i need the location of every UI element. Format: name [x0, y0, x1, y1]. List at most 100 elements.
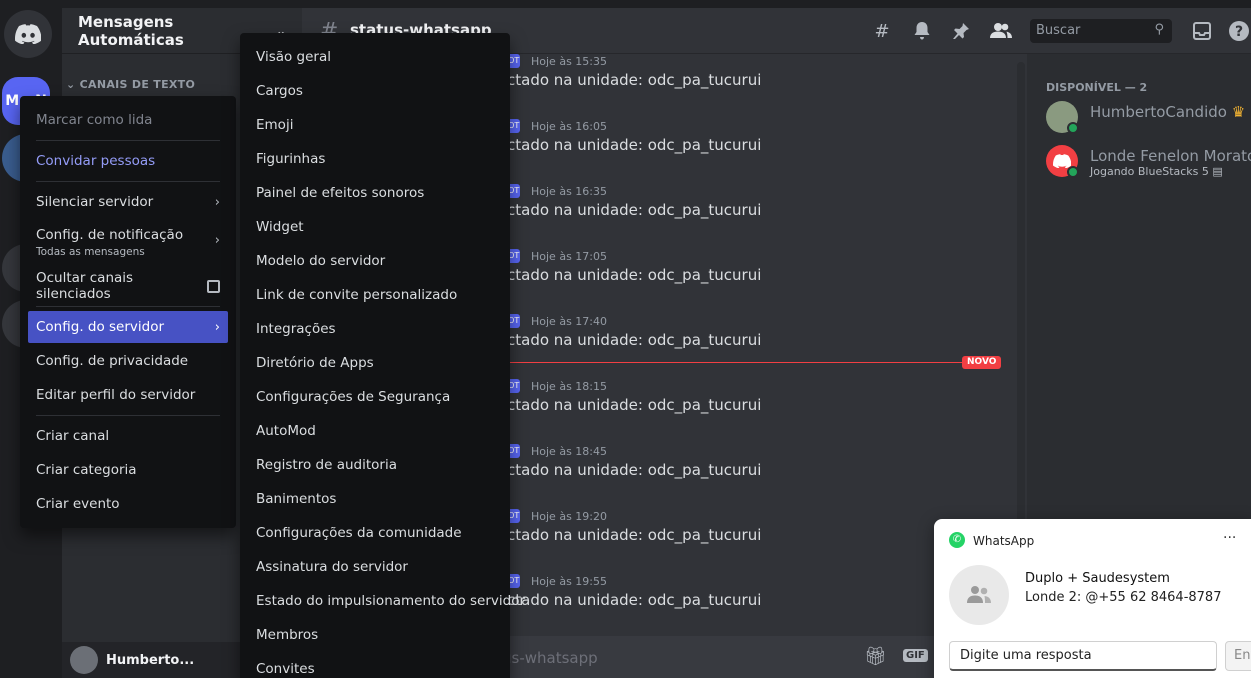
menu-item-label: Criar categoria [36, 462, 137, 478]
search-icon: ⚲ [1154, 22, 1164, 37]
privacy-settings-item[interactable]: Config. de privacidade [28, 345, 228, 377]
message-timestamp: Hoje às 17:05 [531, 250, 607, 263]
server-settings-item[interactable]: Config. do servidor › [28, 311, 228, 343]
submenu-item-stickers[interactable]: Figurinhas [248, 144, 504, 174]
member-activity: Jogando BlueStacks 5 ▤ [1090, 165, 1223, 178]
search-input[interactable]: Buscar ⚲ [1030, 19, 1172, 43]
mark-read-item[interactable]: Marcar como lida [28, 104, 228, 136]
online-status-icon [1067, 122, 1079, 134]
inbox-icon[interactable] [1191, 20, 1213, 42]
submenu-item-overview[interactable]: Visão geral [248, 42, 504, 72]
create-event-item[interactable]: Criar evento [28, 488, 228, 520]
reply-input[interactable]: Digite uma resposta [949, 641, 1217, 671]
message-text: ctado na unidade: odc_pa_tucurui [507, 331, 762, 349]
submenu-item-vanity-url[interactable]: Link de convite personalizado [248, 280, 504, 310]
send-button[interactable]: Env [1225, 641, 1251, 671]
search-placeholder: Buscar [1036, 23, 1081, 38]
notification-settings-item[interactable]: Config. de notificação › Todas as mensagen… [28, 220, 228, 262]
help-icon[interactable]: ? [1228, 20, 1250, 42]
category-label[interactable]: ⌄ CANAIS DE TEXTO [66, 78, 195, 91]
mute-server-item[interactable]: Silenciar servidor › [28, 186, 228, 218]
message-timestamp: Hoje às 19:55 [531, 575, 607, 588]
create-channel-item[interactable]: Criar canal [28, 420, 228, 452]
whatsapp-icon: ✆ [949, 532, 965, 548]
submenu-item-server-subscription[interactable]: Assinatura do servidor [248, 552, 504, 582]
message-text: ctado na unidade: odc_pa_tucurui [507, 201, 762, 219]
gif-button[interactable]: GIF [903, 649, 928, 662]
online-status-icon [1067, 166, 1079, 178]
user-name: Humberto... [106, 652, 195, 668]
new-messages-divider [507, 362, 999, 363]
message-timestamp: Hoje às 18:15 [531, 380, 607, 393]
submenu-item-soundboard[interactable]: Painel de efeitos sonoros [248, 178, 504, 208]
category-name: CANAIS DE TEXTO [79, 78, 196, 91]
hide-muted-channels-item[interactable]: Ocultar canais silenciados [28, 270, 228, 302]
member-item[interactable]: HumbertoCandido ♛ [1046, 101, 1251, 141]
message-timestamp: Hoje às 18:45 [531, 445, 607, 458]
edit-server-profile-item[interactable]: Editar perfil do servidor [28, 379, 228, 411]
message-text: ctado na unidade: odc_pa_tucurui [507, 591, 762, 609]
chevron-right-icon: › [214, 194, 220, 210]
menu-item-label: Criar evento [36, 496, 120, 512]
new-messages-badge: NOVO [962, 356, 1002, 369]
more-options-icon[interactable]: ··· [1223, 530, 1236, 546]
discord-logo-icon [1053, 154, 1071, 168]
menu-item-label: Convidar pessoas [36, 153, 156, 169]
notification-body: Londe 2: @+55 62 8464-8787 [1025, 590, 1222, 605]
invite-people-item[interactable]: Convidar pessoas [28, 145, 228, 177]
submenu-item-members[interactable]: Membros [248, 620, 504, 650]
checkbox[interactable] [207, 279, 220, 293]
chevron-right-icon: › [214, 319, 220, 335]
threads-icon[interactable]: # [871, 20, 893, 42]
message-text: ctado na unidade: odc_pa_tucurui [507, 396, 762, 414]
member-group-header: DISPONÍVEL — 2 [1046, 81, 1148, 94]
bell-icon[interactable] [911, 20, 933, 42]
menu-item-label: Silenciar servidor [36, 194, 154, 210]
submenu-item-boost-status[interactable]: Estado do impulsionamento do servidor [248, 586, 525, 616]
chevron-right-icon: › [214, 233, 220, 248]
submenu-item-widget[interactable]: Widget [248, 212, 504, 242]
pin-icon[interactable] [950, 20, 972, 42]
submenu-item-integrations[interactable]: Integrações [248, 314, 504, 344]
notification-app-name: WhatsApp [973, 534, 1035, 548]
group-avatar-icon [949, 565, 1009, 625]
submenu-item-automod[interactable]: AutoMod [248, 416, 504, 446]
create-category-item[interactable]: Criar categoria [28, 454, 228, 486]
menu-divider [36, 415, 220, 416]
menu-item-label: Marcar como lida [36, 112, 153, 128]
submenu-item-invites[interactable]: Convites [248, 654, 504, 678]
submenu-item-app-directory[interactable]: Diretório de Apps [248, 348, 504, 378]
members-icon[interactable] [990, 20, 1012, 42]
gift-icon[interactable]: 🎁︎ [864, 646, 887, 667]
message-text: ctado na unidade: odc_pa_tucurui [507, 461, 762, 479]
server-settings-submenu: Visão geral Cargos Emoji Figurinhas Pain… [240, 33, 525, 678]
message-text: ctado na unidade: odc_pa_tucurui [507, 526, 762, 544]
message-text: ctado na unidade: odc_pa_tucurui [507, 71, 762, 89]
avatar[interactable] [70, 646, 98, 674]
menu-item-sublabel: Todas as mensagens [36, 246, 145, 258]
menu-divider [36, 140, 220, 141]
message-timestamp: Hoje às 17:40 [531, 315, 607, 328]
whatsapp-notification[interactable]: ✆ WhatsApp ··· Duplo + Saudesystem Londe… [934, 519, 1251, 678]
message-timestamp: Hoje às 15:35 [531, 55, 607, 68]
reply-placeholder: Digite uma resposta [960, 648, 1092, 663]
submenu-item-bans[interactable]: Banimentos [248, 484, 504, 514]
message-timestamp: Hoje às 16:35 [531, 185, 607, 198]
discord-home-button[interactable] [4, 10, 52, 58]
menu-item-label: Config. do servidor [36, 319, 165, 335]
submenu-item-audit-log[interactable]: Registro de auditoria [248, 450, 504, 480]
submenu-item-emoji[interactable]: Emoji [248, 110, 504, 140]
member-activity-text: Jogando BlueStacks 5 [1090, 165, 1209, 178]
submenu-item-community-settings[interactable]: Configurações da comunidade [248, 518, 504, 548]
rich-presence-icon: ▤ [1212, 165, 1223, 178]
submenu-item-server-template[interactable]: Modelo do servidor [248, 246, 504, 276]
server-context-menu: Marcar como lida Convidar pessoas Silenc… [20, 96, 236, 528]
member-item[interactable]: Londe Fenelon Morato Jogando BlueStacks … [1046, 145, 1251, 185]
menu-item-label: Config. de privacidade [36, 353, 189, 369]
menu-item-label: Editar perfil do servidor [36, 387, 196, 403]
message-text: ctado na unidade: odc_pa_tucurui [507, 266, 762, 284]
submenu-item-safety-settings[interactable]: Configurações de Segurança [248, 382, 504, 412]
message-timestamp: Hoje às 19:20 [531, 510, 607, 523]
crown-icon: ♛ [1231, 103, 1246, 121]
submenu-item-roles[interactable]: Cargos [248, 76, 504, 106]
